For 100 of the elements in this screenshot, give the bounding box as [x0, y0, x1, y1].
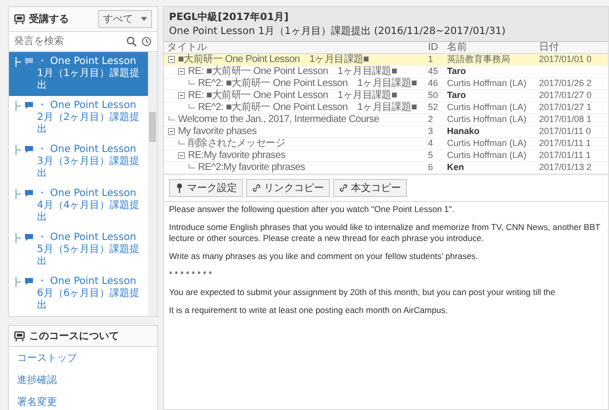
- lesson-item[interactable]: ・ One Point Lesson 1月（1ヶ月目）課題提出: [9, 52, 148, 96]
- chat-bubble-icon: [24, 233, 34, 242]
- thread-title-cell-text: My favorite phases: [178, 126, 258, 137]
- chat-bubble-icon: [24, 145, 34, 154]
- chat-bubble-icon: [24, 57, 34, 66]
- author-cell-text: Ken: [446, 162, 466, 173]
- column-header[interactable]: ID: [426, 42, 444, 53]
- thread-row[interactable]: RE:My favorite phrases 5 Curtis Hoffman (LA) 2017/01/11 1: [164, 150, 608, 162]
- author-cell-text: 英語教育事務局: [446, 54, 511, 65]
- date-cell-text: 2017/01/11 1: [538, 150, 592, 161]
- id-cell-text: 2: [427, 114, 434, 125]
- filter-dropdown[interactable]: すべて: [98, 10, 152, 28]
- author-cell-text: Curtis Hoffman (LA): [446, 78, 528, 89]
- author-cell-text: Taro: [446, 66, 467, 77]
- thread-row[interactable]: 削除されたメッセージ 4 Curtis Hoffman (LA) 2017/01/11 1: [164, 138, 608, 150]
- id-cell-text: 52: [427, 102, 440, 113]
- thread-row[interactable]: My favorite phases 3 Hanako 2017/01/11 0: [164, 126, 608, 138]
- chat-bubble-icon: [24, 277, 34, 286]
- panel-title: このコースについて: [29, 330, 120, 343]
- thread-row[interactable]: RE^2:My favorite phrases 6 Ken 2017/01/13 2: [164, 162, 608, 174]
- lesson-item[interactable]: ・ One Point Lesson 6月（6ヶ月目）課題提出: [9, 272, 148, 316]
- column-header[interactable]: 日付: [536, 42, 608, 53]
- thread-row[interactable]: RE: ■大前研一 One Point Lesson 1ヶ月目課題■ 50 Taro 2017/01/27 0: [164, 90, 608, 102]
- tree-branch-icon: [15, 101, 21, 111]
- column-header[interactable]: 名前: [444, 42, 536, 53]
- link-icon: [252, 183, 261, 193]
- collapse-icon[interactable]: [168, 128, 175, 135]
- id-cell-text: 5: [427, 150, 434, 161]
- course-link[interactable]: 署名変更: [9, 391, 157, 410]
- date-cell-text: 2017/01/11 0: [538, 126, 592, 137]
- link-icon: [339, 183, 348, 193]
- message-paragraph: * * * * * * * *: [169, 269, 213, 280]
- id-cell-text: 3: [427, 126, 434, 137]
- id-cell-text: 6: [427, 162, 434, 173]
- search-icon[interactable]: [126, 36, 137, 47]
- message-paragraph: You are expected to submit your assignment by 20th of this month, but you can post your writing till the: [169, 287, 556, 298]
- caret-icon: [141, 17, 147, 21]
- author-cell-text: Curtis Hoffman (LA): [446, 114, 528, 125]
- date-cell-text: 2017/01/11 1: [538, 138, 592, 149]
- panel-title: 受講する: [29, 12, 70, 26]
- thread-row[interactable]: ■大前研一 One Point Lesson 1ヶ月目課題■ 1 英語教育事務局 2017/01/01 0: [164, 54, 608, 66]
- scrollbar[interactable]: [148, 52, 157, 316]
- course-link[interactable]: コーストップ: [9, 347, 157, 369]
- date-cell-text: 2017/01/08 1: [538, 114, 593, 125]
- lesson-item[interactable]: ・ One Point Lesson 3月（3ヶ月目）課題提出: [9, 140, 148, 184]
- course-icon: [14, 14, 25, 24]
- thread-title-cell-text: RE: ■大前研一 One Point Lesson 1ヶ月目課題■: [188, 66, 398, 77]
- id-cell-text: 46: [427, 78, 440, 89]
- tree-branch-icon: [15, 189, 21, 199]
- collapse-icon[interactable]: [168, 56, 175, 63]
- tree-branch-icon: [15, 145, 21, 155]
- collapse-icon[interactable]: [178, 92, 185, 99]
- course-link[interactable]: 進捗確認: [9, 369, 157, 391]
- date-cell-text: 2017/01/27 1: [538, 102, 593, 113]
- lesson-item[interactable]: ・ One Point Lesson 5月（5ヶ月目）課題提出: [9, 228, 148, 272]
- tree-branch-icon: [15, 57, 21, 67]
- mark-button[interactable]: マーク設定: [169, 179, 243, 197]
- course-icon: [14, 330, 25, 342]
- message-paragraph: Introduce some English phrases that you would like to internalize and memorize from TV, CNN News, another BBT lecture or other sources. Please create a new thread for each phrase you introduce.: [169, 222, 602, 244]
- message-paragraph: It is a requirement to write at least one posting each month on AirCampus.: [169, 305, 449, 316]
- tree-branch-icon: [15, 277, 21, 287]
- pin-icon: [175, 183, 184, 193]
- tree-branch-icon: [188, 80, 195, 87]
- thread-title-cell-text: RE^2: ■大前研一 One Point Lesson 1ヶ月目課題■: [198, 78, 418, 89]
- tree-branch-icon: [188, 104, 195, 111]
- thread-row[interactable]: RE: ■大前研一 One Point Lesson 1ヶ月目課題■ 45 Taro: [164, 66, 608, 78]
- tree-branch-icon: [178, 140, 185, 147]
- tree-branch-icon: [168, 116, 175, 123]
- tree-branch-icon: [188, 164, 195, 171]
- thread-title-cell-text: RE:My favorite phrases: [188, 150, 286, 161]
- copy-button[interactable]: リンクコピー: [246, 179, 330, 197]
- author-cell-text: Hanako: [446, 126, 481, 137]
- thread-title-cell-text: RE^2:My favorite phrases: [198, 162, 306, 173]
- thread-title-cell-text: Welcome to the Jan., 2017, Intermediate Course: [178, 114, 380, 125]
- thread-row[interactable]: RE^2: ■大前研一 One Point Lesson 1ヶ月目課題■ 52 Curtis Hoffman (LA) 2017/01/27 1: [164, 102, 608, 114]
- id-cell-text: 45: [427, 66, 440, 77]
- lesson-item[interactable]: ・ One Point Lesson 2月（2ヶ月目）課題提出: [9, 96, 148, 140]
- thread-title: PEGL中級[2017年01月]: [169, 10, 290, 24]
- author-cell-text: Curtis Hoffman (LA): [446, 138, 528, 149]
- date-cell-text: 2017/01/26 2: [538, 78, 593, 89]
- collapse-icon[interactable]: [178, 68, 185, 75]
- copy-button[interactable]: 本文コピー: [333, 179, 407, 197]
- chat-bubble-icon: [24, 189, 34, 198]
- thread-title-cell-text: ■大前研一 One Point Lesson 1ヶ月目課題■: [178, 54, 370, 65]
- thread-subtitle: One Point Lesson 1月（1ヶ月目）課題提出 (2016/11/28~2017/01/31): [169, 24, 507, 38]
- message-paragraph: Please answer the following question after you watch "One Point Lesson 1".: [169, 204, 456, 215]
- id-cell-text: 50: [427, 90, 440, 101]
- history-icon[interactable]: [141, 36, 152, 47]
- id-cell-text: 4: [427, 138, 434, 149]
- date-cell-text: 2017/01/01 0: [538, 54, 593, 65]
- column-header[interactable]: タイトル: [164, 42, 426, 53]
- thread-title-cell-text: RE^2: ■大前研一 One Point Lesson 1ヶ月目課題■: [198, 102, 418, 113]
- lesson-item[interactable]: ・ One Point Lesson 4月（4ヶ月目）課題提出: [9, 184, 148, 228]
- thread-row[interactable]: Welcome to the Jan., 2017, Intermediate Course 2 Curtis Hoffman (LA) 2017/01/08 1: [164, 114, 608, 126]
- thread-title-cell-text: RE: ■大前研一 One Point Lesson 1ヶ月目課題■: [188, 90, 398, 101]
- collapse-icon[interactable]: [178, 152, 185, 159]
- author-cell-text: Curtis Hoffman (LA): [446, 102, 528, 113]
- id-cell-text: 1: [427, 54, 434, 65]
- thread-row[interactable]: RE^2: ■大前研一 One Point Lesson 1ヶ月目課題■ 46 Curtis Hoffman (LA) 2017/01/26 2: [164, 78, 608, 90]
- author-cell-text: Taro: [446, 90, 467, 101]
